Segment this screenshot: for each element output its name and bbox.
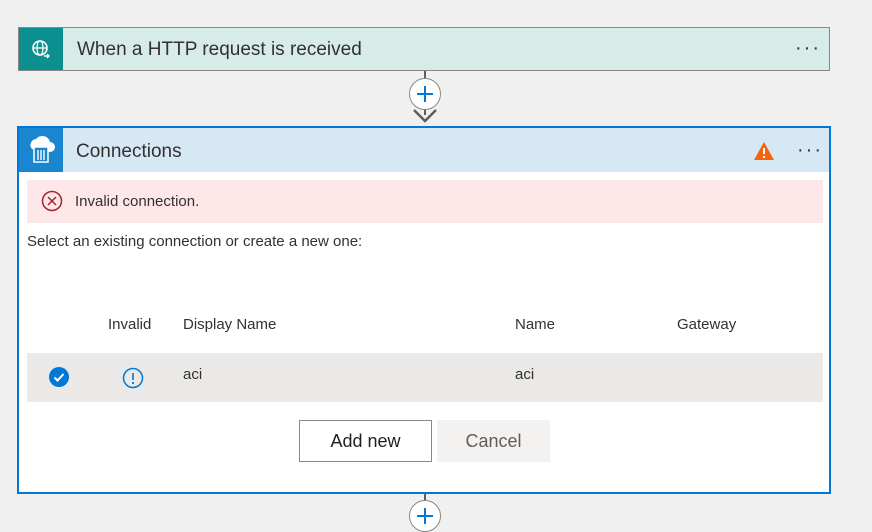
info-exclamation-icon (122, 367, 144, 389)
instruction-text: Select an existing connection or create … (27, 233, 363, 250)
error-banner: Invalid connection. (27, 180, 823, 223)
trigger-card[interactable]: When a HTTP request is received ··· (18, 27, 830, 71)
insert-step-button[interactable] (409, 78, 441, 110)
trigger-more-options-button[interactable]: ··· (795, 38, 821, 58)
warning-triangle-icon[interactable] (753, 141, 775, 161)
connections-title: Connections (76, 141, 182, 162)
cancel-button[interactable]: Cancel (437, 420, 550, 462)
plus-icon (417, 508, 433, 524)
error-circle-icon (41, 190, 63, 212)
plus-icon (417, 86, 433, 102)
cloud-container-icon (19, 128, 63, 172)
row-name: aci (515, 366, 535, 383)
insert-step-button-bottom[interactable] (409, 500, 441, 532)
column-header-name: Name (515, 316, 556, 333)
connections-card: Connections ··· Invalid connection. Sele… (17, 126, 831, 494)
checkmark-circle-icon[interactable] (49, 367, 69, 387)
add-new-button[interactable]: Add new (299, 420, 432, 462)
connections-more-options-button[interactable]: ··· (797, 140, 823, 160)
trigger-title: When a HTTP request is received (77, 39, 362, 60)
column-header-gateway: Gateway (677, 316, 737, 333)
connection-row[interactable]: aci aci (27, 353, 823, 402)
error-message: Invalid connection. (75, 193, 200, 210)
globe-request-icon (19, 28, 63, 70)
column-header-invalid: Invalid (108, 316, 152, 333)
row-display-name: aci (183, 366, 203, 383)
column-header-display-name: Display Name (183, 316, 277, 333)
connections-header[interactable]: Connections ··· (19, 128, 829, 172)
